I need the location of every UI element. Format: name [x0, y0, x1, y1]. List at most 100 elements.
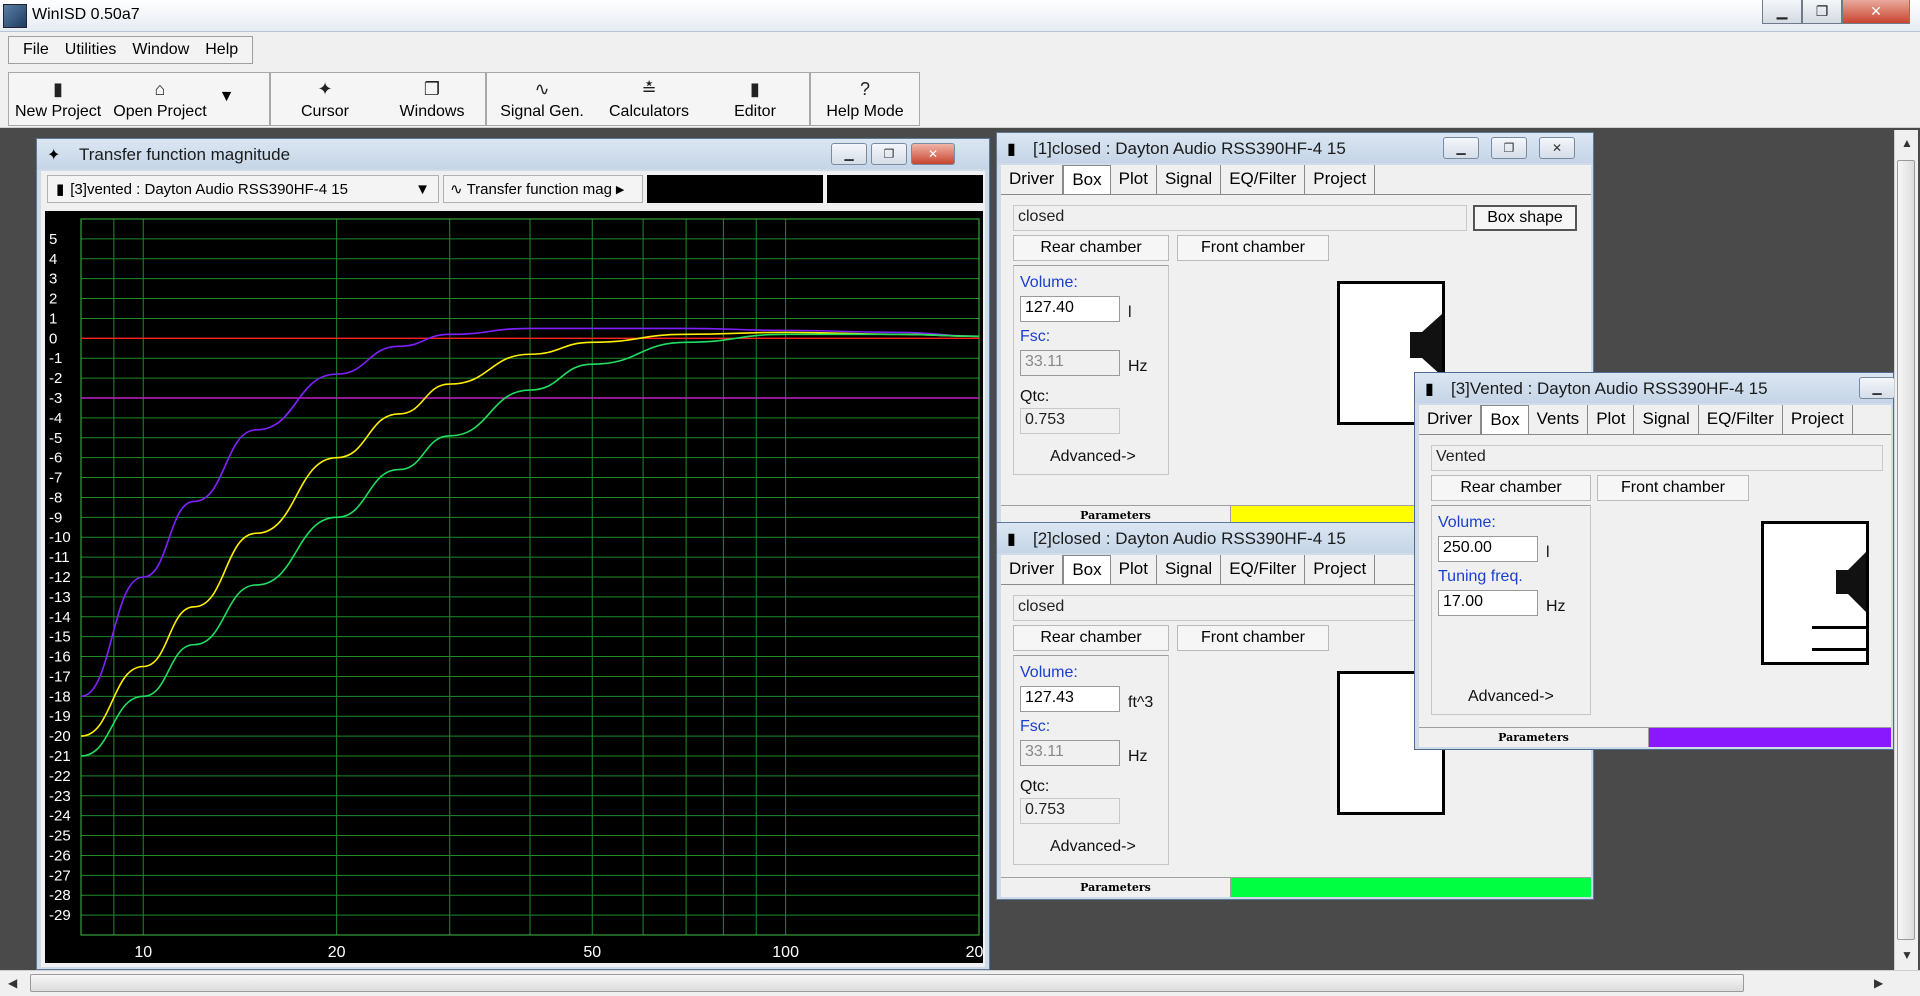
menu-group: File Utilities Window Help — [8, 36, 254, 64]
tab-plot[interactable]: Plot — [1588, 405, 1635, 434]
project-3-tabs: Driver Box Vents Plot Signal EQ/Filter P… — [1419, 405, 1891, 435]
volume-input[interactable]: 127.40 — [1020, 296, 1120, 322]
new-project-button[interactable]: ▮ New Project — [9, 73, 107, 125]
advanced-button[interactable]: Advanced-> — [1468, 688, 1554, 706]
vertical-scrollbar[interactable]: ▲ ▼ — [1894, 130, 1918, 970]
open-project-button[interactable]: ⌂ Open Project — [107, 73, 212, 125]
project-3-titlebar[interactable]: ▮ [3]Vented : Dayton Audio RSS390HF-4 15… — [1415, 373, 1895, 403]
plot-window-titlebar[interactable]: ✦ Transfer function magnitude ▁ ❐ ✕ — [37, 139, 989, 169]
horizontal-scroll-thumb[interactable] — [30, 974, 1744, 992]
volume-input[interactable]: 250.00 — [1438, 536, 1538, 562]
menu-bar: File Utilities Window Help — [0, 32, 1920, 68]
tab-project[interactable]: Project — [1305, 555, 1376, 584]
minimize-button[interactable]: ▁ — [1762, 0, 1802, 24]
menu-window[interactable]: Window — [124, 41, 197, 59]
box-type-field[interactable]: closed — [1013, 205, 1467, 231]
menu-help[interactable]: Help — [197, 41, 246, 59]
tab-box[interactable]: Box — [1063, 165, 1111, 194]
close-button[interactable]: ✕ — [1842, 0, 1910, 24]
cursor-button[interactable]: ✦ Cursor — [271, 73, 379, 125]
advanced-button[interactable]: Advanced-> — [1050, 448, 1136, 466]
project-1-close-button[interactable]: ✕ — [1539, 137, 1575, 159]
project-3-color-swatch[interactable] — [1649, 728, 1891, 747]
fsc-input[interactable]: 33.11 — [1020, 350, 1120, 376]
tab-signal[interactable]: Signal — [1157, 165, 1222, 194]
y-tick-label: -11 — [49, 549, 70, 566]
vertical-scroll-thumb[interactable] — [1897, 160, 1915, 940]
tab-driver[interactable]: Driver — [1001, 165, 1064, 194]
plot-window-client: ▮ [3]vented : Dayton Audio RSS390HF-4 15… — [41, 171, 985, 967]
tab-signal[interactable]: Signal — [1157, 555, 1222, 584]
box-shape-button[interactable]: Box shape — [1473, 205, 1577, 231]
tab-box[interactable]: Box — [1481, 405, 1529, 434]
toolbar: ▮ New Project ⌂ Open Project ▼ ✦ Cursor … — [0, 68, 1920, 128]
tuning-freq-input[interactable]: 17.00 — [1438, 590, 1538, 616]
project-1-title: [1]closed : Dayton Audio RSS390HF-4 15 — [1033, 139, 1346, 158]
box-type-field[interactable]: closed — [1013, 595, 1467, 621]
plot-window-title: Transfer function magnitude — [79, 145, 291, 164]
fsc-input[interactable]: 33.11 — [1020, 740, 1120, 766]
tab-eq-filter[interactable]: EQ/Filter — [1221, 165, 1306, 194]
menu-utilities[interactable]: Utilities — [57, 41, 125, 59]
y-tick-label: 3 — [49, 271, 57, 288]
project-1-restore-button[interactable]: ❐ — [1491, 137, 1527, 159]
y-tick-label: -2 — [49, 370, 62, 387]
windows-button[interactable]: ❐ Windows — [379, 73, 485, 125]
plot-close-button[interactable]: ✕ — [911, 143, 955, 165]
scroll-down-icon[interactable]: ▼ — [1901, 948, 1913, 962]
box-type-field[interactable]: Vented — [1431, 445, 1883, 471]
plot-minimize-button[interactable]: ▁ — [831, 143, 867, 165]
tab-eq-filter[interactable]: EQ/Filter — [1221, 555, 1306, 584]
project-1-titlebar[interactable]: ▮ [1]closed : Dayton Audio RSS390HF-4 15… — [997, 133, 1593, 163]
project-3-minimize-button[interactable]: ▁ — [1859, 377, 1895, 399]
signal-gen-button[interactable]: ∿ Signal Gen. — [487, 73, 597, 125]
front-chamber-tab[interactable]: Front chamber — [1177, 625, 1329, 651]
advanced-button[interactable]: Advanced-> — [1050, 838, 1136, 856]
tab-project[interactable]: Project — [1783, 405, 1853, 434]
volume-input[interactable]: 127.43 — [1020, 686, 1120, 712]
open-project-dropdown[interactable]: ▼ — [213, 73, 241, 125]
transfer-function-chart[interactable]: 543210-1-2-3-4-5-6-7-8-9-10-11-12-13-14-… — [45, 211, 983, 963]
tab-eq-filter[interactable]: EQ/Filter — [1699, 405, 1783, 434]
project-2-color-swatch[interactable] — [1231, 878, 1591, 897]
project-1-minimize-button[interactable]: ▁ — [1443, 137, 1479, 159]
tab-vents[interactable]: Vents — [1529, 405, 1589, 434]
rear-chamber-tab[interactable]: Rear chamber — [1013, 625, 1169, 651]
vent-line-top — [1812, 626, 1868, 629]
rear-chamber-tab[interactable]: Rear chamber — [1013, 235, 1169, 261]
front-chamber-tab[interactable]: Front chamber — [1177, 235, 1329, 261]
project-1-tabs: Driver Box Plot Signal EQ/Filter Project — [1001, 165, 1591, 195]
front-chamber-tab[interactable]: Front chamber — [1597, 475, 1749, 501]
app-icon[interactable] — [3, 4, 27, 28]
plot-type-select[interactable]: ∿ Transfer function mag ▶ — [443, 175, 643, 203]
restore-button[interactable]: ❐ — [1802, 0, 1842, 24]
tab-signal[interactable]: Signal — [1634, 405, 1699, 434]
toolbar-group-tools: ∿ Signal Gen. ≛ Calculators ▮ Editor — [486, 72, 810, 126]
menu-file[interactable]: File — [15, 41, 57, 59]
qtc-value: 0.753 — [1020, 408, 1120, 434]
toolbar-group-view: ✦ Cursor ❐ Windows — [270, 72, 486, 126]
scroll-right-icon[interactable]: ▶ — [1874, 976, 1883, 990]
tab-box[interactable]: Box — [1063, 555, 1111, 584]
rear-chamber-tab[interactable]: Rear chamber — [1431, 475, 1591, 501]
plot-restore-button[interactable]: ❐ — [871, 143, 907, 165]
scroll-up-icon[interactable]: ▲ — [1901, 136, 1913, 150]
editor-icon: ▮ — [750, 79, 760, 99]
speaker-icon — [1410, 314, 1442, 376]
tab-driver[interactable]: Driver — [1419, 405, 1482, 434]
calculators-button[interactable]: ≛ Calculators — [597, 73, 701, 125]
y-tick-label: -13 — [49, 589, 71, 606]
horizontal-scrollbar[interactable]: ◀ ▶ — [0, 970, 1920, 996]
y-tick-label: -29 — [49, 907, 71, 924]
tab-driver[interactable]: Driver — [1001, 555, 1064, 584]
fsc-label: Fsc: — [1020, 718, 1051, 735]
y-tick-label: 2 — [49, 291, 57, 308]
tab-project[interactable]: Project — [1305, 165, 1376, 194]
help-mode-button[interactable]: ? Help Mode — [811, 73, 919, 125]
editor-button[interactable]: ▮ Editor — [701, 73, 809, 125]
tab-plot[interactable]: Plot — [1111, 165, 1157, 194]
tab-plot[interactable]: Plot — [1111, 555, 1157, 584]
scroll-left-icon[interactable]: ◀ — [8, 976, 17, 990]
project-select[interactable]: ▮ [3]vented : Dayton Audio RSS390HF-4 15… — [47, 175, 439, 203]
project-icon: ▮ — [1007, 531, 1016, 548]
